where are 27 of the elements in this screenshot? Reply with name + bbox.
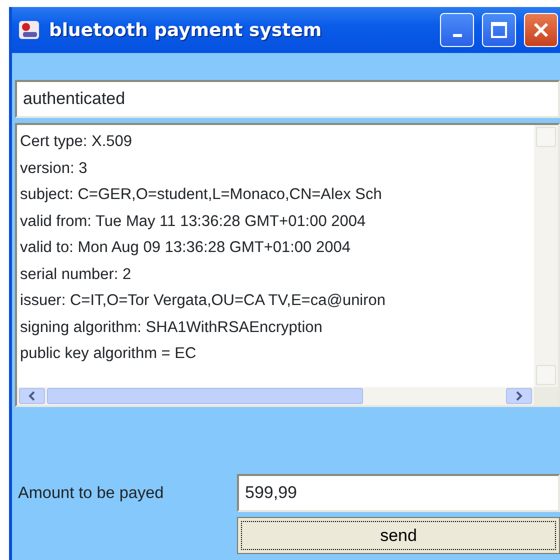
status-field[interactable]: authenticated	[15, 80, 560, 118]
scroll-right-icon	[514, 391, 524, 401]
minimize-icon	[452, 34, 462, 36]
amount-field[interactable]: 599,99	[237, 474, 560, 512]
maximize-icon	[490, 21, 508, 39]
close-button[interactable]	[524, 13, 558, 47]
certificate-line: signing algorithm: SHA1WithRSAEncryption	[20, 318, 324, 338]
close-icon	[532, 21, 550, 39]
app-icon	[17, 18, 41, 42]
scrollbar-corner	[534, 387, 558, 405]
minimize-button[interactable]	[440, 13, 474, 47]
certificate-line: serial number: 2	[20, 264, 132, 284]
amount-label: Amount to be payed	[17, 482, 165, 504]
certificate-line: issuer: C=IT,O=Tor Vergata,OU=CA TV,E=ca@uniron	[20, 291, 387, 311]
certificate-line: subject: C=GER,O=student,L=Monaco,CN=Alex Sch	[20, 185, 383, 205]
certificate-line: Cert type: X.509	[20, 132, 134, 152]
certificate-line: valid to: Mon Aug 09 13:36:28 GMT+01:00 2004	[20, 238, 352, 258]
vertical-scrollbar[interactable]	[534, 125, 558, 387]
window-title: bluetooth payment system	[49, 18, 323, 42]
certificate-line: version: 3	[20, 158, 88, 178]
scroll-left-icon	[27, 391, 37, 401]
certificate-text-area[interactable]	[15, 123, 560, 407]
send-button[interactable]: send	[237, 517, 560, 554]
horizontal-scrollbar[interactable]	[17, 387, 534, 405]
certificate-line: public key algorithm = EC	[20, 344, 198, 364]
maximize-button[interactable]	[482, 13, 516, 47]
certificate-line: valid from: Tue May 11 13:36:28 GMT+01:00 2004	[20, 212, 367, 232]
